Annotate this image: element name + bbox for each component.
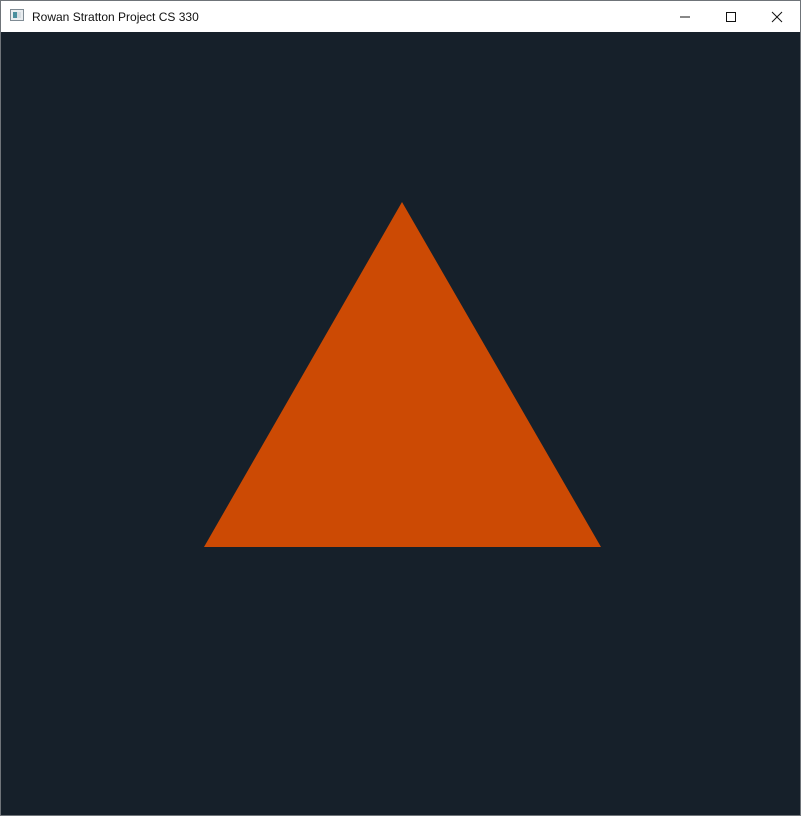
render-canvas	[204, 202, 601, 547]
application-window: Rowan Stratton Project CS 330	[0, 0, 801, 816]
rendered-triangle	[204, 202, 601, 547]
close-button[interactable]	[754, 1, 800, 32]
window-title: Rowan Stratton Project CS 330	[32, 10, 199, 24]
render-viewport[interactable]	[1, 32, 800, 815]
application-icon[interactable]	[10, 9, 24, 21]
window-controls	[662, 1, 800, 32]
maximize-icon	[725, 11, 737, 23]
maximize-button[interactable]	[708, 1, 754, 32]
minimize-icon	[679, 11, 691, 23]
minimize-button[interactable]	[662, 1, 708, 32]
close-icon	[771, 11, 783, 23]
title-bar[interactable]: Rowan Stratton Project CS 330	[1, 1, 800, 32]
